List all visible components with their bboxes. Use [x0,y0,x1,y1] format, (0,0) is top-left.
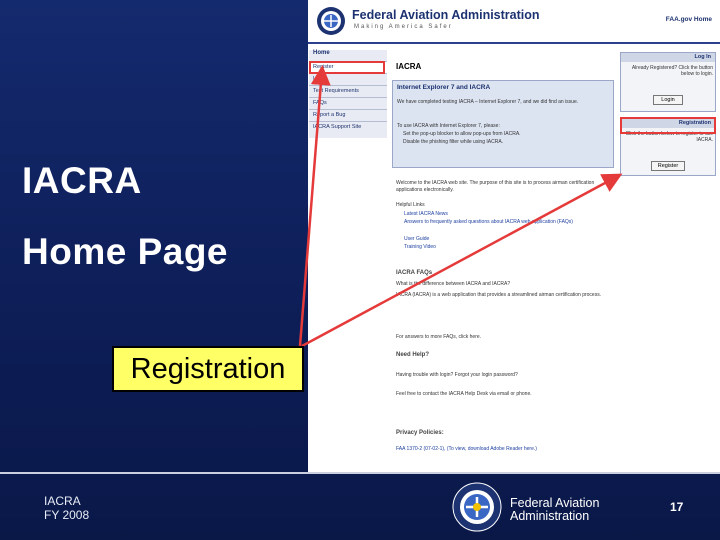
link-latest-news[interactable]: Latest IACRA News [404,211,624,218]
faq-question: What is the difference between IACRA and… [396,281,511,287]
ie7-notice-title: Internet Explorer 7 and IACRA [397,84,491,91]
link-faqs[interactable]: Answers to frequently asked questions ab… [404,219,604,226]
web-agency-motto: Making America Safer [354,24,453,30]
faq-answer: IACRA (IACRA) is a web application that … [396,292,602,298]
web-page-heading: IACRA [396,62,422,71]
footer-agency: Federal Aviation Administration [510,497,599,523]
faa-seal-icon [452,482,502,532]
login-box-text: Already Registered? Click the button bel… [631,65,713,77]
page-number: 17 [670,500,684,514]
ie7-bullet-popup: Set the pop-up blocker to allow pop-ups … [403,131,521,137]
nav-item-support-site[interactable]: IACRA Support Site [309,121,387,133]
help-text-contact: Feel free to contact the IACRA Help Desk… [396,391,532,397]
register-button[interactable]: Register [651,161,685,171]
privacy-heading: Privacy Policies: [396,430,444,436]
faa-home-link[interactable]: FAA.gov Home [666,16,712,23]
welcome-text: Welcome to the IACRA web site. The purpo… [396,180,595,193]
help-heading: Need Help? [396,352,430,358]
slide-title-iacra: IACRA [22,160,142,201]
ie7-notice-text: We have completed testing IACRA – Intern… [397,99,579,105]
nav-item-report-bug[interactable]: Report a Bug [309,109,387,121]
footer-program: IACRA FY 2008 [44,494,89,522]
nav-heading: Home [313,50,330,56]
faq-more-link[interactable]: For answers to more FAQs, click here. [396,334,616,341]
ie7-notice-instructions: To use IACRA with Internet Explorer 7, p… [397,123,500,129]
login-box-title: Log In [621,53,715,62]
registration-callout: Registration [112,346,304,392]
web-header: Federal Aviation Administration Making A… [308,0,720,44]
register-nav-highlight [309,61,385,74]
footer-program-name: IACRA [44,494,81,508]
registration-box-highlight [620,117,716,134]
footer-fiscal-year: FY 2008 [44,508,90,522]
login-box: Log In Already Registered? Click the but… [620,52,716,112]
link-training-video[interactable]: Training Video [404,244,624,251]
nav-item-faqs[interactable]: FAQs [309,97,387,109]
helpful-links-label: Helpful Links [396,202,425,208]
ie7-bullet-phishing: Disable the phishing filter while using … [403,139,504,145]
nav-item-login[interactable]: Login [309,73,387,85]
help-text-login: Having trouble with login? Forgot your l… [396,372,518,378]
link-user-guide[interactable]: User Guide [404,236,624,243]
faq-heading: IACRA FAQs [396,270,433,276]
slide-title-home-page: Home Page [22,231,229,272]
footer-divider [0,472,720,474]
ie7-notice-box: Internet Explorer 7 and IACRA We have co… [392,80,614,168]
login-button[interactable]: Login [653,95,683,105]
privacy-link[interactable]: FAA 1370-2 (07-02-1), (To view, download… [396,446,616,453]
footer-agency-line2: Administration [510,509,590,523]
nav-item-test-requirements[interactable]: Test Requirements [309,85,387,97]
faa-seal-icon [317,7,345,35]
web-agency-name: Federal Aviation Administration [352,8,540,22]
